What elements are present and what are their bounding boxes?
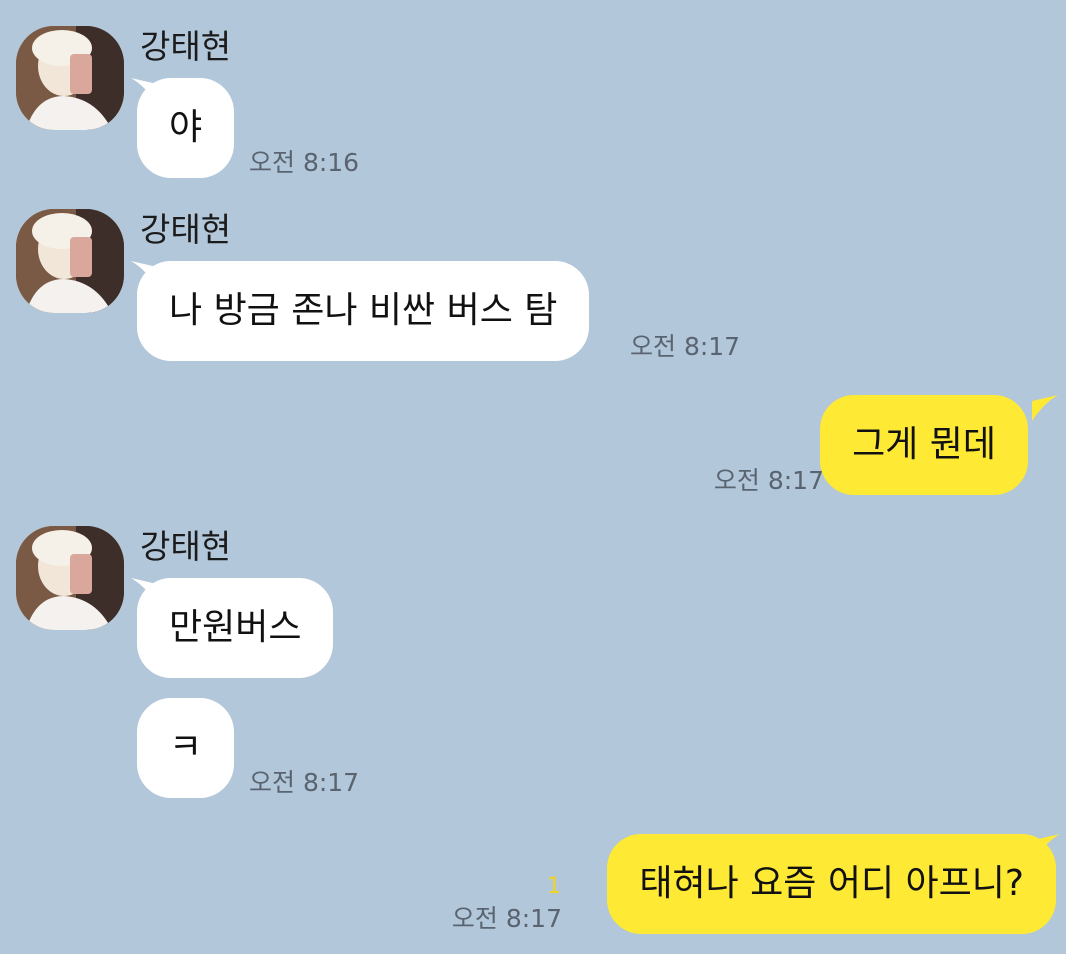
sender-name: 강태현 <box>140 527 232 566</box>
unread-count: 1 <box>547 874 561 899</box>
sender-name: 강태현 <box>140 210 232 249</box>
message-time: 오전 8:17 <box>451 904 562 933</box>
avatar[interactable] <box>16 209 124 313</box>
bubble-tail <box>1032 395 1058 421</box>
message-bubble[interactable]: ㅋ <box>137 698 235 798</box>
message-bubble[interactable]: 나 방금 존나 비싼 버스 탐 <box>137 261 590 361</box>
sender-name: 강태현 <box>140 27 232 66</box>
message-time: 오전 8:16 <box>249 148 360 177</box>
message-bubble[interactable]: 야 <box>137 78 235 178</box>
message-time: 오전 8:17 <box>249 768 360 797</box>
message-time: 오전 8:17 <box>630 332 741 361</box>
avatar[interactable] <box>16 26 124 130</box>
bubble-tail <box>1034 834 1060 860</box>
message-bubble[interactable]: 만원버스 <box>137 578 334 678</box>
message-time: 오전 8:17 <box>713 466 824 495</box>
avatar[interactable] <box>16 526 124 630</box>
message-bubble[interactable]: 그게 뭔데 <box>820 395 1028 495</box>
message-bubble[interactable]: 태혀나 요즘 어디 아프니? <box>607 834 1056 934</box>
